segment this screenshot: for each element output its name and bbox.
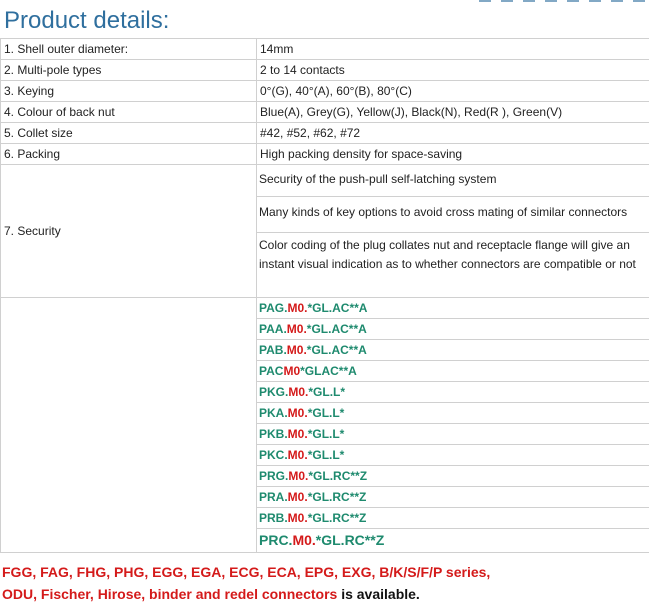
model-prefix: PAB. bbox=[259, 343, 287, 357]
model-mid: M0. bbox=[292, 532, 316, 548]
model-mid: M0 bbox=[283, 364, 301, 378]
spec-value: 14mm bbox=[256, 38, 649, 60]
model-suffix: *GL.L* bbox=[307, 427, 345, 441]
spec-label: 5. Collet size bbox=[0, 122, 257, 144]
model-suffix: *GL.L* bbox=[307, 448, 345, 462]
spec-value: 2 to 14 contacts bbox=[256, 59, 649, 81]
model-prefix: PRC. bbox=[259, 532, 293, 548]
spec-value: High packing density for space-saving bbox=[256, 143, 649, 165]
security-item: Security of the push-pull self-latching … bbox=[259, 172, 497, 186]
model-suffix: *GLAC**A bbox=[300, 364, 357, 378]
model-prefix: PKA. bbox=[259, 406, 288, 420]
model-prefix: PKB. bbox=[259, 427, 288, 441]
table-row: 1. Shell outer diameter: 14mm bbox=[0, 38, 649, 60]
spec-value: #42, #52, #62, #72 bbox=[256, 122, 649, 144]
security-row: 7. Security Security of the push-pull se… bbox=[0, 164, 649, 298]
model-mid: M0. bbox=[287, 490, 308, 504]
model-mid: M0. bbox=[287, 301, 308, 315]
security-label: 7. Security bbox=[0, 164, 257, 298]
product-details-table: 1. Shell outer diameter: 14mm 2. Multi-p… bbox=[0, 38, 649, 553]
model-prefix: PKG. bbox=[259, 385, 289, 399]
spec-value: 0°(G), 40°(A), 60°(B), 80°(C) bbox=[256, 80, 649, 102]
spec-value: Blue(A), Grey(G), Yellow(J), Black(N), R… bbox=[256, 101, 649, 123]
model-prefix: PAA. bbox=[259, 322, 287, 336]
spec-label: 3. Keying bbox=[0, 80, 257, 102]
model-mid: M0. bbox=[288, 469, 309, 483]
model-code: PKC.M0.*GL.L* bbox=[257, 445, 649, 466]
footer-line-1: FGG, FAG, FHG, PHG, EGG, EGA, ECG, ECA, … bbox=[2, 564, 491, 580]
model-suffix: *GL.AC**A bbox=[306, 322, 367, 336]
footer-line-2: ODU, Fischer, Hirose, binder and redel c… bbox=[2, 583, 647, 605]
footer-line-2-red: ODU, Fischer, Hirose, binder and redel c… bbox=[2, 586, 338, 602]
model-code: PKG.M0.*GL.L* bbox=[257, 382, 649, 403]
model-code: PKA.M0.*GL.L* bbox=[257, 403, 649, 424]
table-row: 3. Keying 0°(G), 40°(A), 60°(B), 80°(C) bbox=[0, 80, 649, 102]
model-suffix: *GL.L* bbox=[308, 385, 346, 399]
model-code: PRB.M0.*GL.RC**Z bbox=[257, 508, 649, 529]
model-suffix: *GL.RC**Z bbox=[315, 532, 385, 548]
models-row: PAG.M0.*GL.AC**A PAA.M0.*GL.AC**A PAB.M0.*… bbox=[0, 297, 649, 553]
model-code: PRC.M0.*GL.RC**Z bbox=[257, 529, 649, 552]
model-suffix: *GL.RC**Z bbox=[307, 511, 367, 525]
model-mid: M0. bbox=[287, 406, 308, 420]
model-prefix: PRG. bbox=[259, 469, 289, 483]
model-code: PACM0*GLAC**A bbox=[257, 361, 649, 382]
model-mid: M0. bbox=[286, 322, 307, 336]
model-code: PAB.M0.*GL.AC**A bbox=[257, 340, 649, 361]
model-mid: M0. bbox=[288, 385, 309, 399]
header-decoration bbox=[479, 0, 649, 2]
spec-label: 2. Multi-pole types bbox=[0, 59, 257, 81]
model-suffix: *GL.RC**Z bbox=[308, 469, 368, 483]
table-row: 5. Collet size #42, #52, #62, #72 bbox=[0, 122, 649, 144]
model-code: PRG.M0.*GL.RC**Z bbox=[257, 466, 649, 487]
table-row: 2. Multi-pole types 2 to 14 contacts bbox=[0, 59, 649, 81]
model-suffix: *GL.AC**A bbox=[307, 301, 368, 315]
model-code: PAA.M0.*GL.AC**A bbox=[257, 319, 649, 340]
model-mid: M0. bbox=[287, 448, 308, 462]
model-code: PAG.M0.*GL.AC**A bbox=[257, 298, 649, 319]
table-row: 6. Packing High packing density for spac… bbox=[0, 143, 649, 165]
spec-label: 6. Packing bbox=[0, 143, 257, 165]
model-mid: M0. bbox=[287, 427, 308, 441]
model-code: PKB.M0.*GL.L* bbox=[257, 424, 649, 445]
model-suffix: *GL.RC**Z bbox=[307, 490, 367, 504]
model-suffix: *GL.L* bbox=[307, 406, 345, 420]
spec-label: 4. Colour of back nut bbox=[0, 101, 257, 123]
model-prefix: PRA. bbox=[259, 490, 288, 504]
security-item: Many kinds of key options to avoid cross… bbox=[257, 196, 649, 232]
compatibility-note: FGG, FAG, FHG, PHG, EGG, EGA, ECG, ECA, … bbox=[2, 561, 647, 605]
spec-label: 1. Shell outer diameter: bbox=[0, 38, 257, 60]
security-item: Color coding of the plug collates nut an… bbox=[257, 232, 649, 297]
model-list: PAG.M0.*GL.AC**A PAA.M0.*GL.AC**A PAB.M0.*… bbox=[256, 297, 649, 553]
security-values: Security of the push-pull self-latching … bbox=[256, 164, 649, 298]
table-row: 4. Colour of back nut Blue(A), Grey(G), … bbox=[0, 101, 649, 123]
model-prefix: PAG. bbox=[259, 301, 288, 315]
model-mid: M0. bbox=[286, 343, 307, 357]
model-code: PRA.M0.*GL.RC**Z bbox=[257, 487, 649, 508]
models-label bbox=[0, 297, 257, 553]
model-prefix: PKC. bbox=[259, 448, 288, 462]
footer-line-2-black: is available. bbox=[337, 586, 420, 602]
page-title: Product details: bbox=[4, 7, 170, 34]
model-mid: M0. bbox=[287, 511, 308, 525]
model-prefix: PAC bbox=[259, 364, 284, 378]
model-suffix: *GL.AC**A bbox=[306, 343, 367, 357]
model-prefix: PRB. bbox=[259, 511, 288, 525]
